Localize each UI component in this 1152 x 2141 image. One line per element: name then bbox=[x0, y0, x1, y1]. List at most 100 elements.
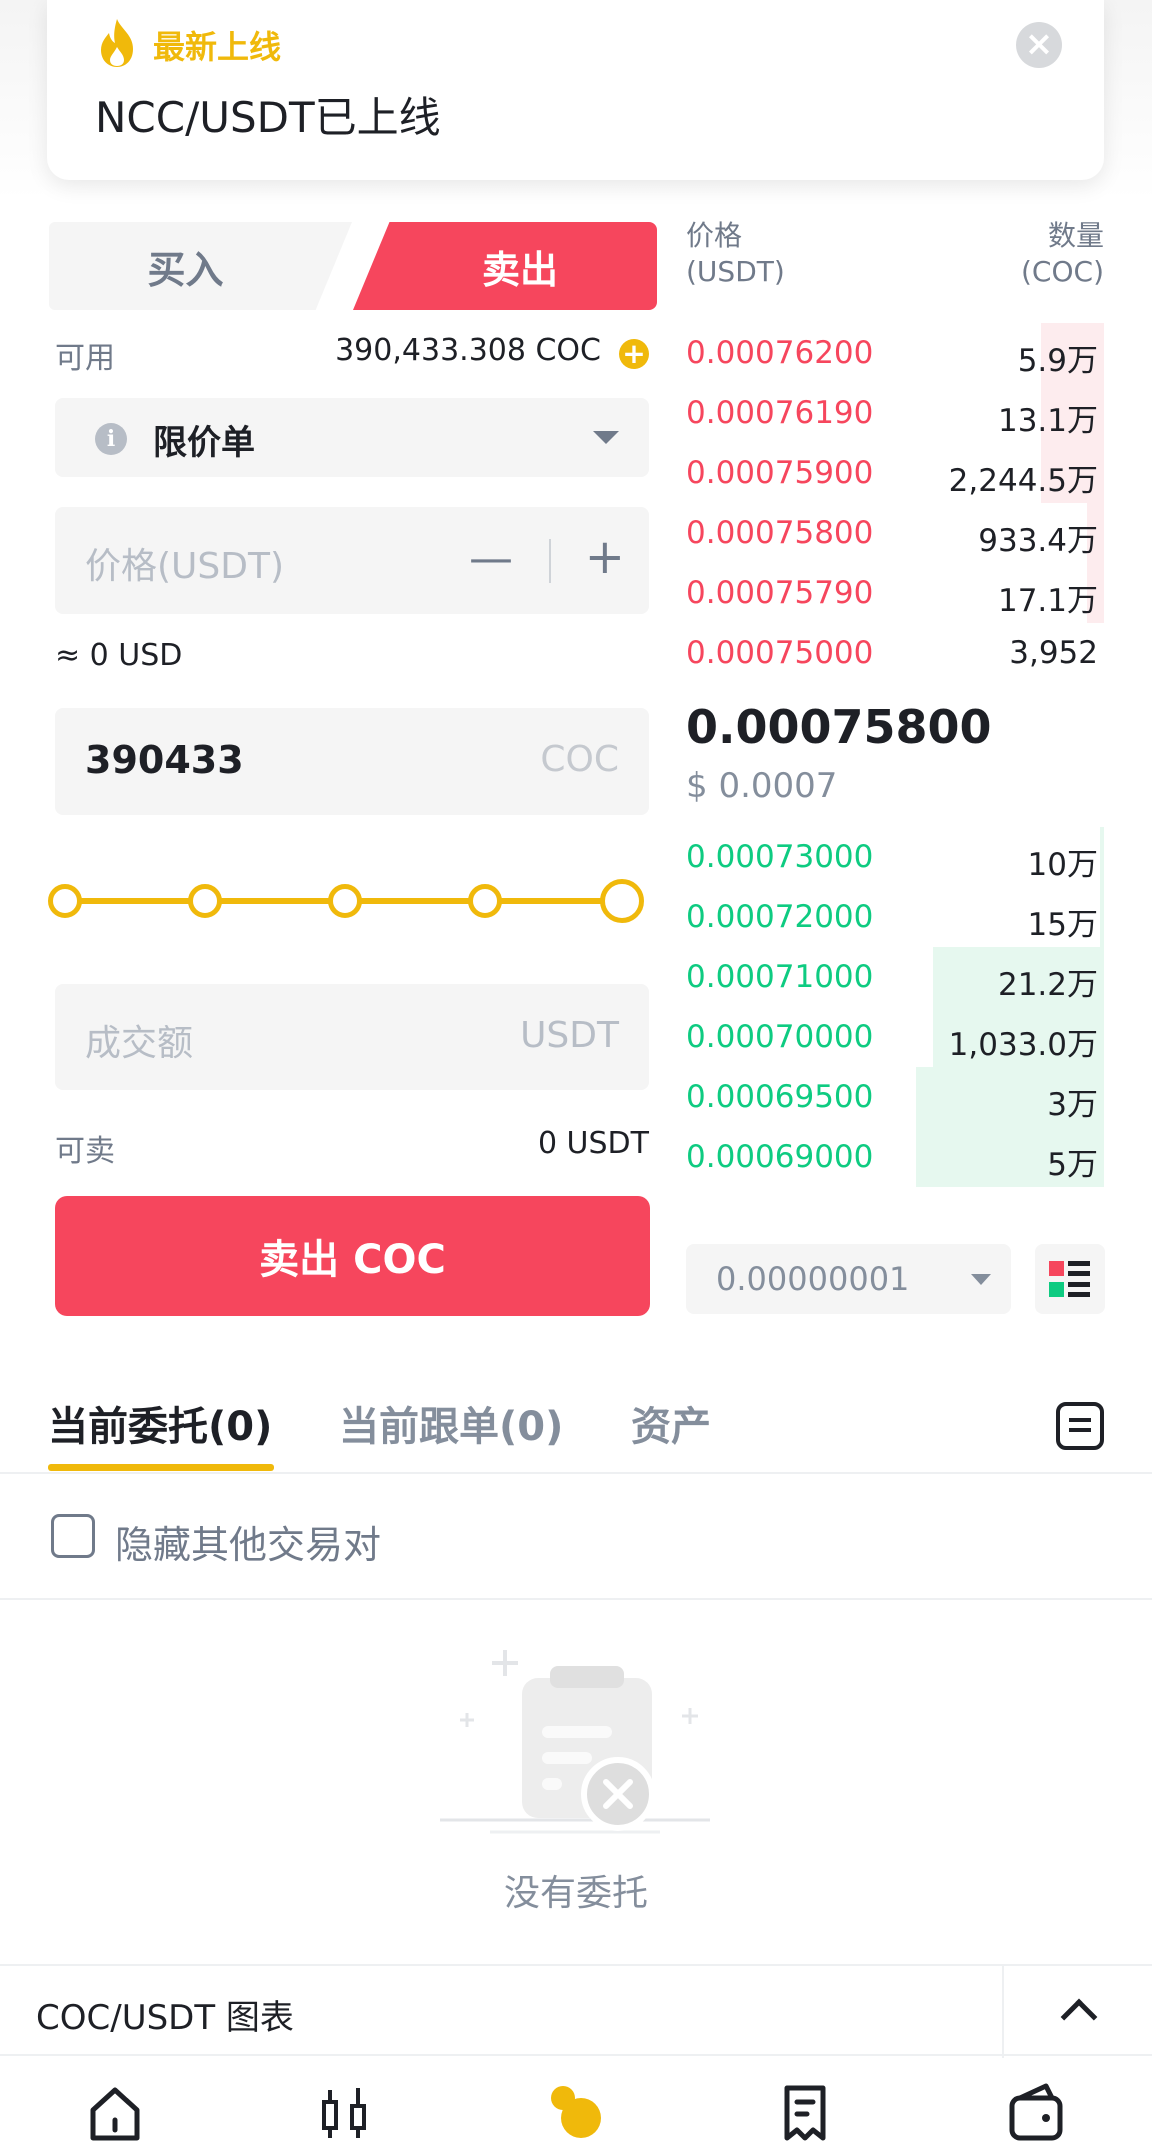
active-tab-underline bbox=[48, 1464, 274, 1471]
qty-header: 数量 bbox=[1047, 219, 1104, 252]
listing-notification[interactable]: 最新上线 NCC/USDT已上线 × bbox=[47, 0, 1104, 180]
bid-quantity: 5万 bbox=[1047, 1147, 1098, 1183]
slider-node-75[interactable] bbox=[468, 884, 502, 918]
wallet-icon[interactable] bbox=[1006, 2080, 1066, 2141]
precision-value: 0.00000001 bbox=[716, 1260, 910, 1298]
bid-depth-bar bbox=[1099, 827, 1104, 887]
bid-price: 0.00070000 bbox=[686, 1019, 874, 1055]
bottom-navigation bbox=[0, 2058, 1152, 2141]
ask-quantity: 17.1万 bbox=[997, 583, 1098, 619]
ask-row[interactable]: 0.00075900 2,244.5万 bbox=[686, 443, 1104, 503]
amount-value: 390433 bbox=[85, 738, 244, 782]
notification-title: 最新上线 bbox=[153, 28, 282, 66]
trade-icon[interactable] bbox=[545, 2080, 605, 2141]
precision-select[interactable]: 0.00000001 bbox=[686, 1244, 1011, 1314]
buy-tab[interactable]: 买入 bbox=[49, 222, 352, 310]
notification-message: NCC/USDT已上线 bbox=[95, 93, 441, 142]
total-input[interactable]: 成交额 USDT bbox=[55, 984, 649, 1090]
ask-row[interactable]: 0.00076190 13.1万 bbox=[686, 383, 1104, 443]
sell-coc-button[interactable]: 卖出 COC bbox=[55, 1196, 650, 1316]
slider-handle[interactable] bbox=[600, 879, 644, 923]
chart-bar-divider bbox=[1002, 1966, 1004, 2058]
tab-open-orders[interactable]: 当前委托(0) bbox=[48, 1394, 272, 1452]
markets-candle-icon[interactable] bbox=[316, 2080, 376, 2141]
price-unit: (USDT) bbox=[686, 255, 785, 288]
bid-row[interactable]: 0.00073000 10万 bbox=[686, 827, 1104, 887]
home-icon[interactable] bbox=[85, 2080, 145, 2141]
info-icon[interactable]: i bbox=[95, 423, 127, 455]
ask-row[interactable]: 0.00075790 17.1万 bbox=[686, 563, 1104, 623]
bid-quantity: 21.2万 bbox=[997, 967, 1098, 1003]
bid-row[interactable]: 0.00069000 5万 bbox=[686, 1127, 1104, 1187]
orderbook-view-button[interactable] bbox=[1035, 1244, 1105, 1314]
slider-node-50[interactable] bbox=[328, 884, 362, 918]
slider-node-0[interactable] bbox=[48, 884, 82, 918]
approx-usd-value: ≈ 0 USD bbox=[55, 638, 183, 673]
chevron-down-icon bbox=[971, 1274, 991, 1285]
ask-quantity: 2,244.5万 bbox=[948, 463, 1098, 499]
chevron-down-icon bbox=[593, 431, 619, 444]
bid-quantity: 10万 bbox=[1027, 847, 1098, 883]
last-price: 0.00075800 bbox=[686, 700, 992, 754]
available-label: 可用 bbox=[55, 341, 115, 376]
bid-depth-bar bbox=[1099, 887, 1104, 947]
empty-state-text: 没有委托 bbox=[503, 1873, 648, 1914]
bid-price: 0.00073000 bbox=[686, 839, 874, 875]
amount-input[interactable]: 390433 COC bbox=[55, 708, 649, 815]
ask-price: 0.00075000 bbox=[686, 635, 874, 671]
ask-quantity: 13.1万 bbox=[997, 403, 1098, 439]
tab-assets[interactable]: 资产 bbox=[631, 1394, 711, 1452]
hide-other-pairs-checkbox[interactable] bbox=[51, 1514, 95, 1558]
last-price-usd: $ 0.0007 bbox=[686, 766, 838, 806]
hide-other-pairs-label: 隐藏其他交易对 bbox=[115, 1523, 382, 1567]
stepper-divider bbox=[549, 539, 551, 583]
amount-percent-slider[interactable] bbox=[48, 878, 644, 924]
sellable-value: 0 USDT bbox=[537, 1126, 649, 1161]
close-icon[interactable]: × bbox=[1016, 22, 1062, 68]
bid-price: 0.00069000 bbox=[686, 1139, 874, 1175]
hide-other-pairs-row[interactable]: 隐藏其他交易对 bbox=[0, 1476, 1152, 1600]
ask-price: 0.00075800 bbox=[686, 515, 874, 551]
order-type-value: 限价单 bbox=[153, 423, 255, 463]
decrease-price-button[interactable]: — bbox=[469, 533, 513, 584]
chart-bar-label: COC/USDT 图表 bbox=[36, 1998, 294, 2038]
order-history-icon[interactable] bbox=[1056, 1402, 1104, 1450]
ask-quantity: 3,952 bbox=[1009, 635, 1098, 671]
ask-price: 0.00075790 bbox=[686, 575, 874, 611]
increase-price-button[interactable]: + bbox=[585, 529, 625, 585]
slider-node-25[interactable] bbox=[188, 884, 222, 918]
chart-toggle-bar[interactable]: COC/USDT 图表 bbox=[0, 1964, 1152, 2058]
bid-quantity: 3万 bbox=[1047, 1087, 1098, 1123]
bid-quantity: 15万 bbox=[1027, 907, 1098, 943]
total-unit: USDT bbox=[520, 1015, 619, 1056]
price-header: 价格 bbox=[686, 219, 743, 252]
ask-price: 0.00076190 bbox=[686, 395, 874, 431]
amount-unit: COC bbox=[540, 739, 619, 780]
futures-icon[interactable] bbox=[775, 2080, 835, 2141]
bid-price: 0.00072000 bbox=[686, 899, 874, 935]
ask-price: 0.00076200 bbox=[686, 335, 874, 371]
ask-quantity: 933.4万 bbox=[978, 523, 1098, 559]
price-input[interactable]: 价格(USDT) — + bbox=[55, 507, 649, 614]
orderbook-layout-icon bbox=[1049, 1261, 1090, 1297]
tab-copy-orders[interactable]: 当前跟单(0) bbox=[339, 1394, 563, 1452]
fire-icon bbox=[101, 19, 133, 67]
orders-tabbar: 当前委托(0) 当前跟单(0) 资产 bbox=[0, 1380, 1152, 1474]
bid-row[interactable]: 0.00071000 21.2万 bbox=[686, 947, 1104, 1007]
ask-quantity: 5.9万 bbox=[1017, 343, 1098, 379]
bid-row[interactable]: 0.00072000 15万 bbox=[686, 887, 1104, 947]
bid-row[interactable]: 0.00070000 1,033.0万 bbox=[686, 1007, 1104, 1067]
total-placeholder: 成交额 bbox=[85, 1023, 194, 1064]
price-placeholder: 价格(USDT) bbox=[85, 546, 285, 587]
sell-tab[interactable]: 卖出 bbox=[353, 222, 657, 310]
bid-row[interactable]: 0.00069500 3万 bbox=[686, 1067, 1104, 1127]
ask-row[interactable]: 0.00075000 3,952 bbox=[686, 623, 1104, 683]
ask-row[interactable]: 0.00075800 933.4万 bbox=[686, 503, 1104, 563]
order-type-select[interactable]: i 限价单 bbox=[55, 398, 649, 477]
ask-row[interactable]: 0.00076200 5.9万 bbox=[686, 323, 1104, 383]
add-funds-icon[interactable]: + bbox=[619, 339, 649, 369]
sellable-label: 可卖 bbox=[55, 1134, 115, 1169]
chevron-up-icon[interactable] bbox=[1060, 1998, 1098, 2036]
orderbook-header: 价格 (USDT) 数量 (COC) bbox=[686, 218, 1104, 288]
available-value: 390,433.308 COC bbox=[335, 333, 601, 368]
